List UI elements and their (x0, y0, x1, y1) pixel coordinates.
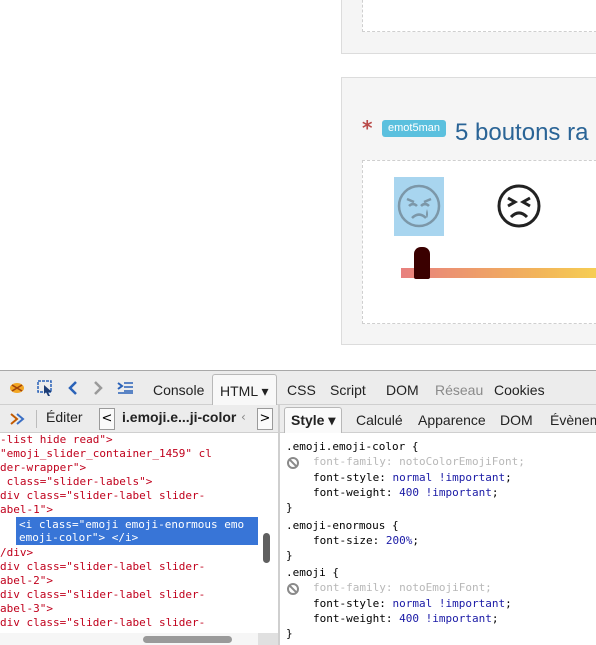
css-property[interactable]: font-style: normal !important; (313, 471, 512, 485)
html-tree-line[interactable]: abel-1"> (0, 503, 53, 517)
toolbar-separator (36, 410, 37, 428)
css-rule-close: } (286, 549, 293, 562)
css-rule-selector[interactable]: .emoji-enormous { (286, 519, 399, 533)
inspect-element-icon[interactable] (36, 380, 54, 396)
css-property-value: normal !important (392, 597, 506, 610)
breadcrumb-prev-button[interactable]: < (99, 408, 115, 430)
breadcrumb-current-node[interactable]: i.emoji.e...ji-color (122, 409, 236, 425)
question-title: 5 boutons ra (455, 119, 589, 146)
firebug-icon[interactable] (8, 380, 26, 396)
html-tree-line[interactable]: der-wrapper"> (0, 461, 86, 475)
html-tree-line[interactable]: class="slider-labels"> (0, 475, 153, 489)
tab-style[interactable]: Style ▾ (284, 407, 343, 433)
css-property-value: 400 !important (399, 486, 492, 499)
css-property-name: font-style (313, 597, 380, 610)
selected-html-node[interactable]: <i class="emoji emoji-enormous emo emoji… (16, 517, 258, 545)
tab-computed[interactable]: Calculé (356, 412, 403, 428)
disabled-property-icon[interactable] (287, 457, 299, 469)
tab-dom[interactable]: DOM (386, 382, 419, 398)
screen: * emot5man 5 boutons ra Console HTML ▾ C… (0, 0, 596, 645)
css-property-disabled[interactable]: font-family: notoColorEmojiFont; (313, 455, 525, 469)
html-tree-line-selected: emoji-color"> </i> (19, 531, 139, 544)
html-tree-line[interactable]: -list hide read"> (0, 433, 113, 447)
html-tree-line[interactable]: div class="slider-label slider- (0, 560, 205, 574)
tab-console[interactable]: Console (153, 382, 204, 398)
css-property[interactable]: font-style: normal !important; (313, 597, 512, 611)
css-property[interactable]: font-size: 200%; (313, 534, 419, 548)
tab-network[interactable]: Réseau (435, 382, 483, 398)
css-property-name: font-weight (313, 486, 386, 499)
css-rule-selector[interactable]: .emoji.emoji-color { (286, 440, 418, 454)
css-rule-close: } (286, 627, 293, 640)
previous-question-answer-box (362, 0, 596, 32)
html-tree-line[interactable]: div class="slider-label slider- (0, 588, 205, 602)
command-line-icon[interactable] (116, 380, 134, 396)
html-tree-line[interactable]: abel-2"> (0, 574, 53, 588)
css-property[interactable]: font-weight: 400 !important; (313, 612, 498, 626)
slider-handle[interactable] (414, 247, 430, 279)
tab-side-dom[interactable]: DOM (500, 412, 533, 428)
html-toolbar: Éditer < i.emoji.e...ji-color ‹ > (0, 405, 278, 433)
tab-script[interactable]: Script (330, 382, 366, 398)
chevron-down-icon: ▾ (261, 383, 269, 399)
edit-button[interactable]: Éditer (46, 409, 83, 425)
slider-track[interactable] (401, 268, 596, 278)
css-property-value: normal !important (392, 471, 506, 484)
vertical-scrollbar[interactable] (263, 533, 270, 563)
css-property[interactable]: font-weight: 400 !important; (313, 486, 498, 500)
mandatory-asterisk: * (362, 116, 373, 140)
tired-face-icon[interactable] (497, 184, 541, 228)
tab-layout[interactable]: Apparence (418, 412, 486, 428)
html-tree-line-selected: <i class="emoji emoji-enormous emo (19, 518, 245, 531)
css-property-name: font-size (313, 534, 373, 547)
html-tree-line[interactable]: abel-3"> (0, 602, 53, 616)
question-code-badge: emot5man (382, 120, 446, 137)
break-on-mutate-icon[interactable] (8, 411, 26, 427)
scrollbar-corner (258, 633, 278, 645)
tab-html-label: HTML (220, 383, 258, 399)
tab-style-label: Style (291, 412, 325, 428)
breadcrumb-next-button[interactable]: > (257, 408, 273, 430)
disabled-property-icon[interactable] (287, 583, 299, 595)
chevron-down-icon: ▾ (328, 412, 336, 428)
css-property-value: 200% (385, 534, 413, 547)
css-property-disabled[interactable]: font-family: notoEmojiFont; (313, 581, 492, 595)
html-tree-line[interactable]: div class="slider-label slider- (0, 489, 205, 503)
tab-html[interactable]: HTML ▾ (212, 374, 277, 407)
html-tree-line[interactable]: /div> (0, 546, 33, 560)
crying-face-icon[interactable] (397, 184, 441, 228)
style-rules: .emoji.emoji-color { font-family: notoCo… (280, 433, 596, 645)
side-panel-tabs: Style ▾ Calculé Apparence DOM Évènem (280, 405, 596, 433)
css-property-value: 400 !important (399, 612, 492, 625)
css-property-name: font-style (313, 471, 380, 484)
devtools-main-toolbar: Console HTML ▾ CSS Script DOM Réseau Coo… (0, 371, 596, 407)
css-rule-selector[interactable]: .emoji { (286, 566, 339, 580)
tab-cookies[interactable]: Cookies (494, 382, 545, 398)
forward-arrow-icon[interactable] (89, 380, 107, 396)
css-rule-close: } (286, 501, 293, 514)
breadcrumb-scroll-arrow[interactable]: ‹ (241, 410, 246, 424)
back-arrow-icon[interactable] (64, 380, 82, 396)
horizontal-scrollbar[interactable] (143, 636, 232, 643)
html-tree: -list hide read"> "emoji_slider_containe… (0, 433, 278, 645)
tab-events[interactable]: Évènem (550, 412, 596, 428)
tab-css[interactable]: CSS (287, 382, 316, 398)
html-tree-line[interactable]: div class="slider-label slider- (0, 616, 205, 630)
firebug-panel: Console HTML ▾ CSS Script DOM Réseau Coo… (0, 370, 596, 645)
css-property-name: font-weight (313, 612, 386, 625)
html-tree-line[interactable]: "emoji_slider_container_1459" cl (0, 447, 212, 461)
horizontal-scrollbar-track (0, 633, 278, 645)
